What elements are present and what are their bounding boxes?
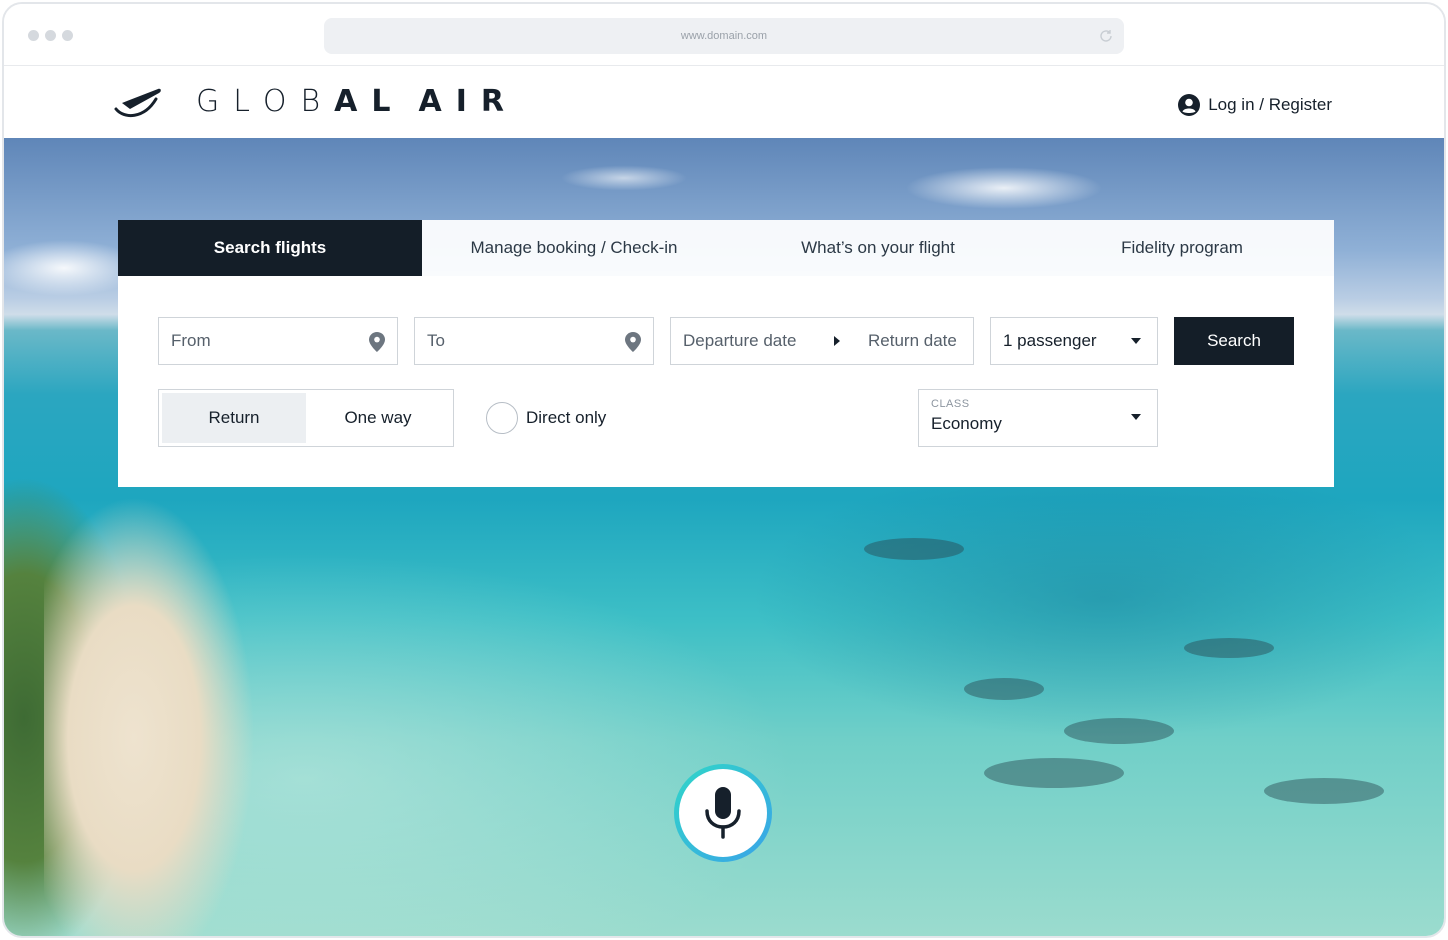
return-date-placeholder: Return date	[868, 331, 957, 350]
chevron-down-icon	[1131, 414, 1141, 420]
reef-patch	[1184, 638, 1274, 658]
address-bar[interactable]: www.domain.com	[324, 18, 1124, 54]
reef-patch	[1064, 718, 1174, 744]
departure-date-placeholder: Departure date	[683, 331, 797, 350]
location-pin-icon	[369, 332, 385, 352]
search-form: From To Departure date Return date 1 pas…	[118, 276, 1334, 487]
window-controls	[28, 30, 73, 41]
reef-patch	[864, 538, 964, 560]
tab-manage-booking[interactable]: Manage booking / Check-in	[422, 220, 726, 276]
trip-option-one-way[interactable]: One way	[306, 393, 450, 443]
tab-search-flights[interactable]: Search flights	[118, 220, 422, 276]
direct-only-option[interactable]: Direct only	[486, 402, 606, 434]
passenger-select[interactable]: 1 passenger	[990, 317, 1158, 365]
url-text: www.domain.com	[680, 30, 768, 42]
browser-window: www.domain.com GLOBAL AIR Log in / Regist	[2, 2, 1446, 938]
chevron-down-icon	[1131, 338, 1141, 344]
flight-search-panel: Search flights Manage booking / Check-in…	[118, 220, 1334, 487]
maximize-dot[interactable]	[62, 30, 73, 41]
trip-type-toggle: Return One way	[158, 389, 454, 447]
login-label: Log in / Register	[1208, 95, 1332, 114]
tab-label: Fidelity program	[1121, 238, 1243, 257]
microphone-icon	[705, 787, 741, 839]
search-button[interactable]: Search	[1174, 317, 1294, 365]
direct-only-radio[interactable]	[486, 402, 518, 434]
class-label: CLASS	[931, 398, 970, 410]
passenger-value: 1 passenger	[1003, 331, 1097, 350]
brand-name-part3: AIR	[418, 84, 518, 119]
brand-logo[interactable]: GLOBAL AIR	[114, 84, 518, 119]
login-register-link[interactable]: Log in / Register	[1178, 94, 1332, 116]
tab-label: Search flights	[213, 238, 327, 257]
from-field[interactable]: From	[158, 317, 398, 365]
close-dot[interactable]	[28, 30, 39, 41]
reload-icon[interactable]	[1098, 28, 1114, 44]
trip-option-return[interactable]: Return	[162, 393, 306, 443]
brand-name: GLOBAL AIR	[196, 84, 518, 119]
location-pin-icon	[625, 332, 641, 352]
brand-name-part2: AL	[334, 84, 405, 119]
tab-label: What’s on your flight	[801, 238, 955, 257]
date-range-field[interactable]: Departure date Return date	[670, 317, 974, 365]
minimize-dot[interactable]	[45, 30, 56, 41]
arrow-right-icon	[834, 336, 840, 346]
to-placeholder: To	[427, 331, 445, 350]
class-select[interactable]: CLASS Economy	[918, 389, 1158, 447]
to-field[interactable]: To	[414, 317, 654, 365]
search-tabs: Search flights Manage booking / Check-in…	[118, 220, 1334, 276]
reef-patch	[964, 678, 1044, 700]
tab-fidelity-program[interactable]: Fidelity program	[1030, 220, 1334, 276]
from-placeholder: From	[171, 331, 211, 350]
user-circle-icon	[1178, 94, 1201, 116]
sand-beach	[44, 498, 304, 936]
voice-search-button[interactable]	[674, 764, 772, 862]
voice-search-inner	[679, 769, 767, 857]
tab-label: Manage booking / Check-in	[470, 238, 678, 257]
class-value: Economy	[931, 414, 1002, 433]
plane-swoosh-icon	[114, 88, 161, 117]
reef-patch	[984, 758, 1124, 788]
reef-patch	[1264, 778, 1384, 804]
tab-whats-on-your-flight[interactable]: What’s on your flight	[726, 220, 1030, 276]
hero-background-image: Search flights Manage booking / Check-in…	[4, 138, 1444, 936]
browser-toolbar: www.domain.com	[4, 4, 1444, 66]
direct-only-label: Direct only	[526, 408, 607, 427]
site-header: GLOBAL AIR Log in / Register	[4, 66, 1444, 138]
brand-name-part1: GLOB	[196, 84, 335, 119]
